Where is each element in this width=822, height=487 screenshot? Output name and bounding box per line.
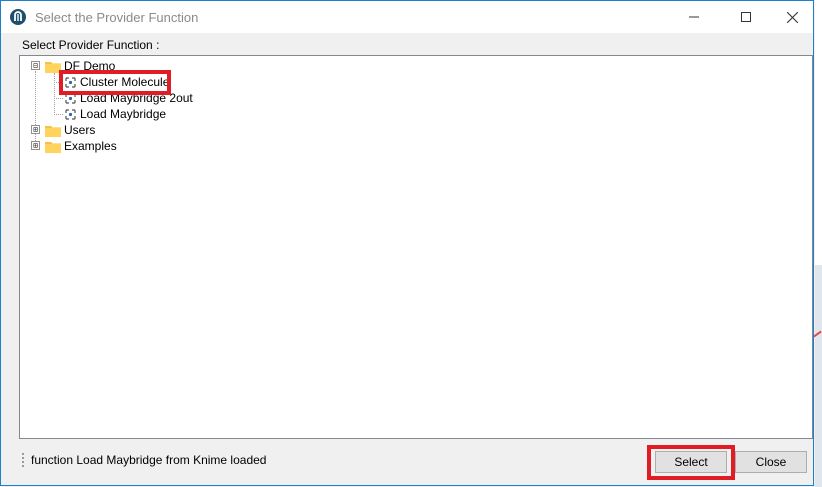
- status-text: function Load Maybridge from Knime loade…: [31, 453, 267, 467]
- background-panel: [815, 265, 822, 487]
- function-icon: [65, 92, 76, 104]
- close-button[interactable]: Close: [735, 451, 807, 473]
- tree-folder-df-demo[interactable]: DF Demo: [45, 58, 115, 74]
- minimize-icon: [689, 16, 699, 18]
- expand-toggle[interactable]: ⊞: [31, 141, 40, 150]
- window-title: Select the Provider Function: [35, 10, 199, 25]
- tree-connector: [54, 98, 63, 99]
- folder-icon: [45, 141, 61, 153]
- folder-icon: [45, 61, 61, 73]
- tree-item-label: Users: [64, 123, 96, 137]
- function-icon: [65, 76, 76, 88]
- tree-item-label: Load Maybridge 2out: [80, 91, 193, 105]
- tree-folder-users[interactable]: Users: [45, 122, 95, 138]
- expand-toggle[interactable]: ⊞: [31, 125, 40, 134]
- collapse-toggle[interactable]: ⊟: [31, 61, 40, 70]
- tree-item-cluster-molecule[interactable]: Cluster Molecule: [64, 74, 169, 90]
- tree-folder-examples[interactable]: Examples: [45, 138, 117, 154]
- tree-item-label: DF Demo: [64, 59, 116, 73]
- tree-item-label: Load Maybridge: [80, 107, 167, 121]
- close-window-button[interactable]: [769, 1, 815, 33]
- app-logo-icon: [10, 9, 26, 25]
- tree-connector: [54, 82, 63, 83]
- tree-item-load-maybridge-2out[interactable]: Load Maybridge 2out: [64, 90, 193, 106]
- tree-item-label: Examples: [64, 139, 117, 153]
- dialog-window: Select the Provider Function Select Prov…: [0, 0, 814, 486]
- maximize-icon: [741, 12, 751, 22]
- status-bar: function Load Maybridge from Knime loade…: [19, 445, 813, 483]
- folder-icon: [45, 125, 61, 137]
- tree-item-load-maybridge[interactable]: Load Maybridge: [64, 106, 166, 122]
- prompt-label: Select Provider Function :: [22, 38, 160, 52]
- tree-item-label: Cluster Molecule: [80, 75, 170, 89]
- function-tree[interactable]: ⊟ DF Demo Cluster Molecule Load Maybridg…: [19, 55, 813, 439]
- grip-handle: [22, 453, 26, 467]
- select-button[interactable]: Select: [655, 451, 727, 473]
- title-bar[interactable]: Select the Provider Function: [1, 1, 813, 33]
- function-icon: [65, 108, 76, 120]
- minimize-button[interactable]: [671, 1, 717, 33]
- tree-connector: [54, 73, 55, 115]
- tree-connector: [54, 114, 63, 115]
- close-icon: [786, 11, 798, 23]
- tree-connector: [35, 71, 36, 147]
- maximize-button[interactable]: [723, 1, 769, 33]
